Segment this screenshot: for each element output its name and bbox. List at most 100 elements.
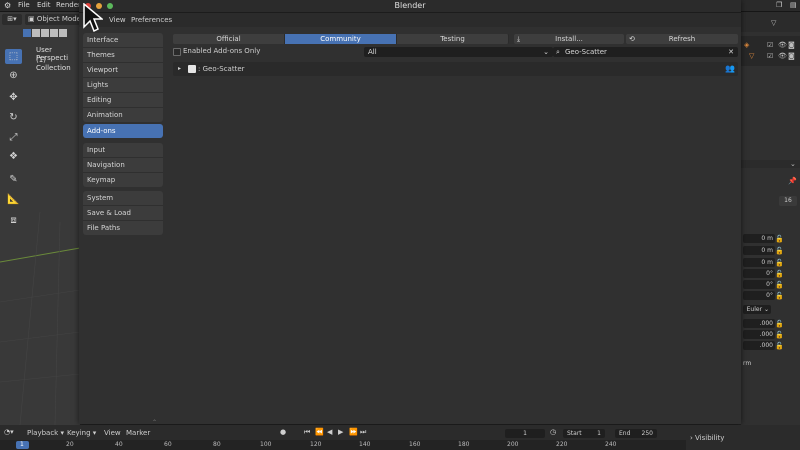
category-themes[interactable]: Themes — [83, 48, 163, 63]
install-button[interactable]: ⤓ Install... — [514, 34, 624, 44]
clear-search-icon[interactable]: ✕ — [728, 47, 734, 57]
chevron-down-icon[interactable]: ⌄ — [790, 160, 796, 168]
lock-icon[interactable]: 🔓 — [775, 247, 784, 255]
location-x-field[interactable]: 0 m — [743, 234, 775, 243]
editor-type-icon[interactable]: ◔▾ — [4, 428, 14, 436]
current-frame-field[interactable]: 1 — [505, 429, 545, 438]
addon-row[interactable]: ▸ : Geo-Scatter 👥 — [173, 62, 738, 76]
category-addons[interactable]: Add-ons — [83, 124, 163, 138]
jump-keyframe-forward-icon[interactable]: ⏩ — [349, 428, 358, 436]
menu-file[interactable]: File — [18, 1, 30, 9]
object-mode-select[interactable]: ▣ Object Mode — [25, 14, 80, 25]
3d-viewport[interactable]: ⊞▾ ▣ Object Mode User Perspecti (1) Coll… — [0, 12, 80, 425]
end-frame-field[interactable]: End 250 — [615, 429, 657, 438]
mode-icon: ▣ — [28, 15, 37, 23]
window-titlebar[interactable]: Blender — [79, 0, 741, 13]
menu-edit[interactable]: Edit — [37, 1, 51, 9]
camera-icon[interactable]: ◙ — [788, 41, 795, 49]
eye-icon[interactable]: 👁 — [778, 52, 787, 60]
lock-icon[interactable]: 🔓 — [775, 292, 784, 300]
menu-preferences[interactable]: Preferences — [131, 16, 172, 24]
rotation-z-field[interactable]: 0° — [743, 291, 775, 300]
location-y-field[interactable]: 0 m — [743, 246, 775, 255]
menu-view[interactable]: View — [104, 429, 121, 437]
tab-official[interactable]: Official — [173, 34, 285, 44]
category-viewport[interactable]: Viewport — [83, 63, 163, 78]
category-filter-select[interactable]: All ⌄ — [364, 47, 553, 57]
timeline-editor: ◔▾ Playback ▾ Keying ▾ View Marker ● ⏮ ⏪… — [0, 425, 686, 450]
category-save-load[interactable]: Save & Load — [83, 206, 163, 221]
addon-enable-checkbox[interactable] — [188, 65, 196, 73]
search-input[interactable]: ⌕ Geo-Scatter ✕ — [553, 47, 738, 57]
checkbox-icon[interactable]: ☑ — [767, 41, 773, 49]
jump-start-icon[interactable]: ⏮ — [304, 428, 310, 437]
lock-icon[interactable]: 🔓 — [775, 320, 784, 328]
lock-icon[interactable]: 🔓 — [775, 259, 784, 267]
tab-testing[interactable]: Testing — [397, 34, 509, 44]
scale-x-field[interactable]: .000 — [743, 319, 775, 328]
category-input[interactable]: Input — [83, 143, 163, 158]
eye-icon[interactable]: 👁 — [778, 41, 787, 49]
properties-panel: ▽ ◈ ☑ 👁 ◙ ▽ ☑ 👁 ◙ ⌄ 📌 16 0 m 0 m 0 m 0° … — [741, 12, 800, 425]
frame-field[interactable]: 16 — [779, 196, 797, 206]
category-interface[interactable]: Interface — [83, 33, 163, 48]
editor-type-icon[interactable]: ⊞▾ — [2, 14, 22, 25]
start-frame-field[interactable]: Start 1 — [563, 429, 605, 438]
measure-tool-icon[interactable]: 📐 — [5, 192, 22, 207]
rotation-mode-select[interactable]: Euler ⌄ — [743, 305, 771, 314]
visibility-panel-header[interactable]: › Visibility — [690, 434, 724, 442]
expand-arrow-icon[interactable]: ▸ — [178, 65, 181, 72]
play-reverse-icon[interactable]: ◀ — [327, 428, 332, 436]
lock-icon[interactable]: 🔓 — [775, 235, 784, 243]
clock-icon[interactable]: ◷ — [550, 428, 556, 436]
cursor-tool-icon[interactable]: ⊕ — [5, 68, 22, 83]
add-cube-tool-icon[interactable]: ⧈ — [5, 213, 22, 228]
jump-keyframe-back-icon[interactable]: ⏪ — [315, 428, 324, 436]
pin-icon[interactable]: 📌 — [788, 177, 797, 185]
category-keymap[interactable]: Keymap — [83, 173, 163, 187]
viewport-overlay-collection: (1) Collection — [36, 56, 71, 72]
category-file-paths[interactable]: File Paths — [83, 221, 163, 235]
category-navigation[interactable]: Navigation — [83, 158, 163, 173]
rotation-y-field[interactable]: 0° — [743, 280, 775, 289]
camera-icon[interactable]: ◙ — [788, 52, 795, 60]
menu-keying[interactable]: Keying ▾ — [67, 429, 96, 437]
lock-icon[interactable]: 🔓 — [775, 270, 784, 278]
tab-community[interactable]: Community — [285, 34, 397, 44]
move-tool-icon[interactable]: ✥ — [5, 90, 22, 105]
category-animation[interactable]: Animation — [83, 108, 163, 122]
category-lights[interactable]: Lights — [83, 78, 163, 93]
annotate-tool-icon[interactable]: ✎ — [5, 172, 22, 187]
location-z-field[interactable]: 0 m — [743, 258, 775, 267]
lock-icon[interactable]: 🔓 — [775, 331, 784, 339]
layer-icon[interactable]: ▤ — [790, 1, 797, 9]
filter-icon[interactable]: ▽ — [771, 19, 776, 27]
transform-tool-icon[interactable]: ❖ — [5, 149, 22, 164]
menu-marker[interactable]: Marker — [126, 429, 150, 437]
menu-view[interactable]: View — [109, 16, 126, 24]
checkbox-icon[interactable]: ☑ — [767, 52, 773, 60]
menu-render[interactable]: Render — [56, 1, 81, 9]
jump-end-icon[interactable]: ⏭ — [360, 428, 366, 437]
select-box-tool-icon[interactable]: ⬚ — [5, 49, 22, 64]
enabled-only-checkbox[interactable] — [173, 48, 181, 56]
scale-tool-icon[interactable]: ⤢ — [5, 130, 22, 145]
lock-icon[interactable]: 🔓 — [775, 281, 784, 289]
lock-icon[interactable]: 🔓 — [775, 342, 784, 350]
category-system[interactable]: System — [83, 191, 163, 206]
scale-y-field[interactable]: .000 — [743, 330, 775, 339]
select-mode-buttons[interactable] — [23, 29, 75, 39]
play-icon[interactable]: ▶ — [338, 428, 343, 436]
timeline-header: ◔▾ Playback ▾ Keying ▾ View Marker ● ⏮ ⏪… — [0, 425, 686, 440]
refresh-button[interactable]: ⟲ Refresh — [626, 34, 738, 44]
menu-playback[interactable]: Playback ▾ — [27, 429, 64, 437]
window-icon[interactable]: ❐ — [776, 1, 782, 9]
scale-z-field[interactable]: .000 — [743, 341, 775, 350]
timeline-ruler[interactable]: 1 20 40 60 80 100 120 140 160 180 200 22… — [0, 440, 686, 450]
rotation-x-field[interactable]: 0° — [743, 269, 775, 278]
chevron-down-icon: ⌄ — [543, 48, 549, 56]
rotate-tool-icon[interactable]: ↻ — [5, 110, 22, 125]
blender-logo-icon[interactable]: ⚙ — [4, 1, 11, 10]
category-editing[interactable]: Editing — [83, 93, 163, 108]
record-icon[interactable]: ● — [280, 428, 286, 436]
